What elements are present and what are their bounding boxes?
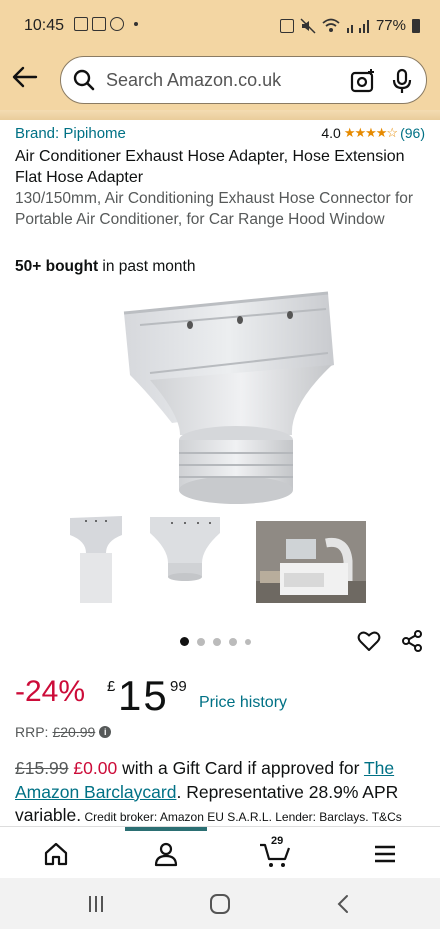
mute-icon	[300, 17, 316, 34]
battery-icon	[412, 18, 420, 33]
product-title: Air Conditioner Exhaust Hose Adapter, Ho…	[15, 148, 405, 186]
rating-value: 4.0	[321, 125, 341, 141]
more-notifications-icon	[134, 22, 138, 26]
carousel-dot[interactable]	[229, 637, 237, 646]
camera-search-icon[interactable]	[350, 68, 376, 94]
status-notification-icons	[74, 17, 138, 31]
battery-percent: 77%	[375, 17, 406, 34]
carousel-dot[interactable]	[245, 638, 251, 645]
status-time: 10:45	[24, 17, 65, 34]
thumbnail-strip	[66, 513, 372, 603]
home-button-icon[interactable]	[208, 892, 232, 916]
signal-icon	[346, 19, 369, 33]
offer-fine-print: Credit broker: Amazon EU S.A.R.L. Lender…	[81, 810, 402, 824]
price-whole: 15	[118, 672, 169, 719]
gallery-notification-icon	[74, 17, 88, 31]
brand-link[interactable]: Brand: Pipihome	[15, 125, 126, 142]
share-icon[interactable]	[400, 629, 424, 653]
gmail-notification-icon	[92, 17, 106, 31]
search-icon	[73, 69, 95, 91]
thumbnail-1[interactable]	[66, 513, 126, 603]
whatsapp-notification-icon	[110, 17, 124, 31]
recent-apps-icon[interactable]	[84, 892, 108, 916]
discount-percent: -24%	[15, 675, 86, 708]
status-bar: 10:45 77%	[0, 0, 440, 52]
rating-summary[interactable]: 4.0 ★★★★☆ (96)	[321, 125, 425, 141]
image-carousel-dots	[180, 637, 251, 646]
back-button-icon[interactable]	[332, 892, 356, 916]
offer-new-price: £0.00	[73, 758, 118, 778]
wifi-icon	[322, 18, 340, 32]
search-input[interactable]: Search Amazon.co.uk	[60, 56, 427, 104]
cart-button[interactable]: 29	[259, 835, 293, 869]
bought-count: 50+ bought	[15, 258, 99, 275]
nfc-icon	[279, 18, 294, 33]
home-icon[interactable]	[41, 839, 71, 869]
account-icon[interactable]	[151, 839, 181, 869]
menu-icon[interactable]	[370, 839, 400, 869]
price-fraction: 99	[170, 678, 187, 695]
product-subtitle: 130/150mm, Air Conditioning Exhaust Hose…	[15, 190, 414, 228]
offer-old-price: £15.99	[15, 758, 69, 778]
price-history-link[interactable]: Price history	[199, 694, 287, 712]
thumbnail-3[interactable]	[256, 521, 366, 603]
heart-icon[interactable]	[357, 629, 381, 653]
barclaycard-offer: £15.99 £0.00 with a Gift Card if approve…	[15, 757, 427, 830]
active-tab-indicator	[125, 827, 207, 831]
product-main-image[interactable]	[110, 285, 340, 515]
rrp-label: RRP:	[15, 724, 49, 740]
search-header: Search Amazon.co.uk	[0, 52, 440, 110]
price-currency: £	[107, 678, 116, 695]
android-navigation-bar	[0, 878, 440, 929]
carousel-dot[interactable]	[197, 637, 205, 646]
status-system-icons: 77%	[279, 17, 420, 34]
thumbnail-2[interactable]	[146, 513, 224, 603]
rrp-row: RRP: £20.99 i	[15, 724, 112, 740]
rating-count: (96)	[400, 125, 425, 141]
carousel-dot[interactable]	[180, 637, 189, 646]
bought-in-past-month: 50+ bought in past month	[15, 258, 195, 276]
search-placeholder: Search Amazon.co.uk	[106, 70, 282, 90]
offer-text-1: with a Gift Card if approved for	[117, 758, 364, 778]
cart-count: 29	[271, 835, 284, 847]
bottom-navigation: 29	[0, 826, 440, 878]
info-icon[interactable]: i	[99, 726, 112, 738]
carousel-dot[interactable]	[213, 637, 221, 646]
header-divider	[0, 110, 440, 120]
rrp-value: £20.99	[52, 724, 96, 740]
brand-rating-row: Brand: Pipihome 4.0 ★★★★☆ (96)	[15, 125, 425, 145]
bought-suffix: in past month	[98, 258, 196, 275]
back-arrow-icon[interactable]	[10, 62, 40, 92]
star-rating-icon: ★★★★☆	[343, 125, 398, 140]
microphone-icon[interactable]	[392, 68, 412, 94]
